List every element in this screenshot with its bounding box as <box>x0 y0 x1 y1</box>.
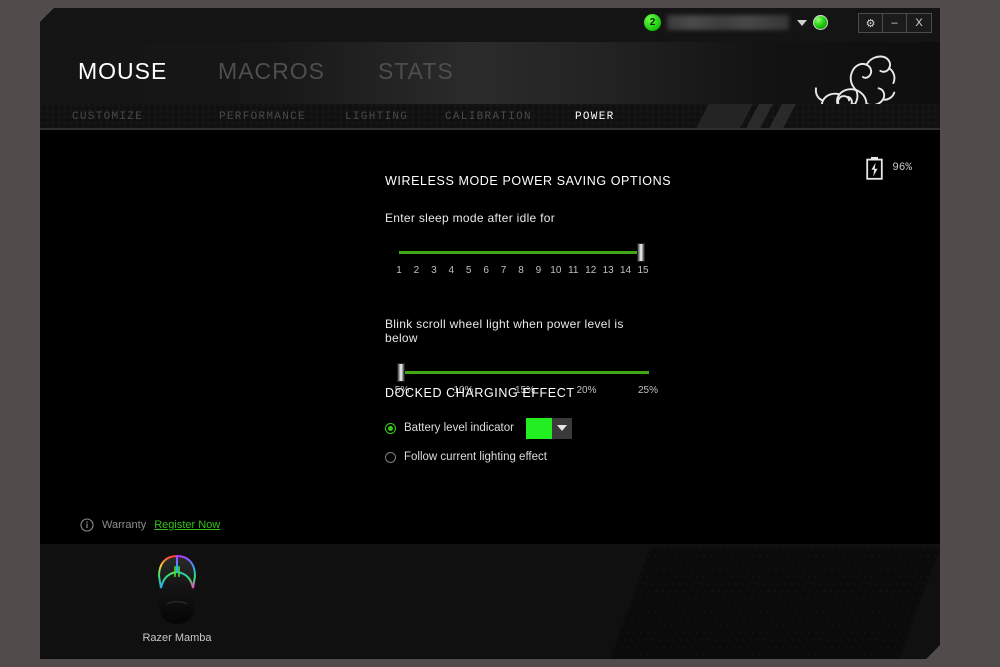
tick-label: 8 <box>518 265 524 276</box>
account-area[interactable]: 2 <box>644 14 828 31</box>
notification-badge[interactable]: 2 <box>644 14 661 31</box>
tick-label: 11 <box>568 265 579 276</box>
warranty-row: Warranty Register Now <box>80 518 220 532</box>
docked-section-heading: DOCKED CHARGING EFFECT <box>385 386 575 400</box>
option-follow-lighting-effect[interactable]: Follow current lighting effect <box>385 445 572 469</box>
tick-label: 2 <box>413 265 420 276</box>
sub-tab-calibration[interactable]: CALIBRATION <box>445 111 532 123</box>
tick-label: 14 <box>620 265 632 276</box>
tick-label: 5 <box>465 265 472 276</box>
mouse-icon <box>149 554 205 626</box>
device-bar-texture <box>610 548 940 659</box>
tick-label: 10 <box>550 265 562 276</box>
title-bar: 2 ⚙ – X <box>40 8 940 42</box>
tick-label: 7 <box>500 265 507 276</box>
tick-label: 6 <box>483 265 489 276</box>
blink-threshold-label: Blink scroll wheel light when power leve… <box>385 317 624 345</box>
device-item-razer-mamba[interactable]: Razer Mamba <box>112 554 242 644</box>
battery-charging-icon <box>866 156 883 180</box>
power-settings-panel: 96% WIRELESS MODE POWER SAVING OPTIONS E… <box>40 130 940 544</box>
color-picker[interactable] <box>526 418 572 439</box>
device-bar: Razer Mamba <box>40 544 940 659</box>
sub-tab-lighting[interactable]: LIGHTING <box>345 111 408 123</box>
device-name-label: Razer Mamba <box>142 632 212 644</box>
option-label: Battery level indicator <box>404 422 514 434</box>
tick-label: 25% <box>637 385 659 396</box>
chevron-down-icon <box>557 425 567 431</box>
blink-threshold-slider[interactable] <box>385 361 655 383</box>
tick-label: 1 <box>396 265 402 276</box>
color-swatch[interactable] <box>526 418 552 439</box>
tick-label: 12 <box>585 265 597 276</box>
window-controls: ⚙ – X <box>858 13 932 33</box>
battery-percent: 96% <box>892 162 912 174</box>
color-dropdown-button[interactable] <box>552 418 572 439</box>
tab-mouse[interactable]: MOUSE <box>78 58 167 85</box>
register-now-link[interactable]: Register Now <box>154 519 220 531</box>
tick-label: 13 <box>602 265 614 276</box>
sub-tab-customize[interactable]: CUSTOMIZE <box>72 111 143 123</box>
docked-effect-options: Battery level indicator Follow current l… <box>385 416 572 474</box>
sleep-timer-ticks: 1 2 3 4 5 6 7 8 9 10 11 12 13 14 15 <box>385 265 655 281</box>
slider-track <box>399 251 643 254</box>
radio-button-follow-lighting[interactable] <box>385 452 396 463</box>
tick-label: 20% <box>576 385 597 396</box>
warranty-label: Warranty <box>102 519 147 531</box>
account-name-field[interactable] <box>667 15 789 30</box>
sleep-timer-group: Enter sleep mode after idle for 12345678… <box>385 211 655 281</box>
info-icon <box>80 518 94 532</box>
option-battery-level-indicator[interactable]: Battery level indicator <box>385 416 572 440</box>
slider-handle[interactable] <box>637 243 645 262</box>
battery-status: 96% <box>866 156 912 180</box>
sub-tab-power[interactable]: POWER <box>575 111 615 123</box>
main-tab-bar: MOUSE MACROS STATS <box>40 42 940 104</box>
tick-label: 3 <box>431 265 437 276</box>
chevron-down-icon[interactable] <box>797 20 807 26</box>
tick-label: 4 <box>448 265 455 276</box>
wireless-section-heading: WIRELESS MODE POWER SAVING OPTIONS <box>385 174 672 188</box>
sleep-timer-label: Enter sleep mode after idle for <box>385 211 556 225</box>
tab-stats[interactable]: STATS <box>378 58 454 85</box>
slider-track <box>403 371 649 374</box>
sleep-timer-slider[interactable] <box>385 241 655 263</box>
minimize-icon[interactable]: – <box>883 14 907 32</box>
sub-tab-performance[interactable]: PERFORMANCE <box>219 111 306 123</box>
tick-label: 9 <box>535 265 542 276</box>
close-icon[interactable]: X <box>907 14 931 32</box>
tab-macros[interactable]: MACROS <box>218 58 325 85</box>
option-label: Follow current lighting effect <box>404 451 547 463</box>
slider-handle[interactable] <box>397 363 405 382</box>
razer-synapse-window: 2 ⚙ – X MOUSE MACROS STATS CUSTOMIZE PER… <box>40 8 940 659</box>
globe-icon[interactable] <box>813 15 828 30</box>
gear-icon[interactable]: ⚙ <box>859 14 883 32</box>
tick-label: 15 <box>637 265 649 276</box>
sub-tab-bar: CUSTOMIZE PERFORMANCE LIGHTING CALIBRATI… <box>40 104 940 130</box>
radio-button-battery-level[interactable] <box>385 423 396 434</box>
